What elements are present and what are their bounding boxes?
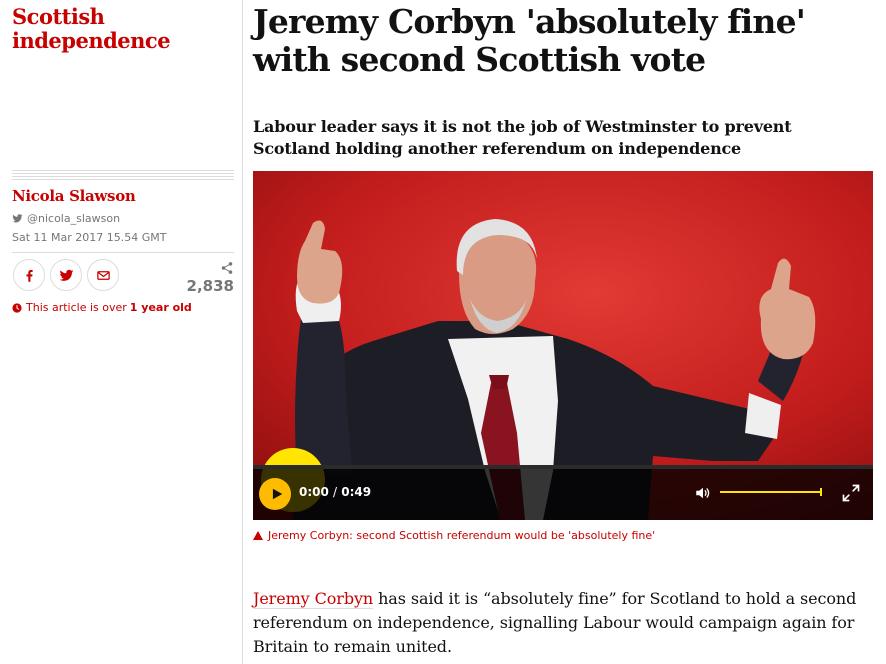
author-link[interactable]: Nicola Slawson [12, 187, 234, 205]
share-facebook-button[interactable] [13, 259, 45, 291]
twitter-handle-text: @nicola_slawson [27, 212, 121, 225]
volume-level [720, 491, 822, 493]
left-meta-column: Scottish independence Nicola Slawson @ni… [0, 0, 243, 664]
caption-triangle-icon [253, 531, 263, 540]
article-age-warning: This article is over 1 year old [12, 301, 234, 314]
meta-divider [12, 252, 234, 253]
video-player[interactable]: 0:00 / 0:49 [253, 171, 873, 520]
video-time: 0:00 / 0:49 [299, 485, 371, 499]
volume-icon[interactable] [694, 484, 712, 502]
byline-block: Nicola Slawson @nicola_slawson Sat 11 Ma… [12, 170, 234, 314]
article-body-paragraph: Jeremy Corbyn has said it is “absolutely… [253, 587, 863, 659]
share-count-icon [221, 262, 233, 274]
byline-rule [12, 170, 234, 181]
volume-handle[interactable] [820, 488, 822, 496]
share-email-button[interactable] [87, 259, 119, 291]
duration: 0:49 [341, 485, 372, 499]
twitter-icon [59, 269, 73, 281]
email-icon [96, 270, 110, 280]
jeremy-corbyn-link[interactable]: Jeremy Corbyn [253, 589, 373, 609]
twitter-handle-link[interactable]: @nicola_slawson [12, 212, 234, 225]
volume-slider[interactable] [720, 488, 822, 496]
video-controls-bar: 0:00 / 0:49 [253, 465, 873, 520]
play-button[interactable] [259, 478, 291, 510]
video-progress-bar[interactable] [253, 465, 873, 469]
share-row: 2,838 [12, 259, 234, 297]
age-warning-age: 1 year old [129, 301, 192, 314]
fullscreen-icon[interactable] [841, 483, 861, 503]
share-count: 2,838 [186, 277, 234, 295]
share-twitter-button[interactable] [50, 259, 82, 291]
publish-timestamp: Sat 11 Mar 2017 15.54 GMT [12, 231, 167, 244]
clock-icon [12, 302, 22, 313]
current-time: 0:00 [299, 485, 329, 499]
facebook-icon [26, 269, 33, 282]
play-icon [272, 488, 282, 500]
article-headline: Jeremy Corbyn 'absolutely fine' with sec… [253, 2, 806, 79]
video-caption: Jeremy Corbyn: second Scottish referendu… [253, 529, 655, 542]
caption-text: Jeremy Corbyn: second Scottish referendu… [268, 529, 656, 542]
twitter-bird-icon [12, 214, 23, 223]
article-standfirst: Labour leader says it is not the job of … [253, 117, 792, 158]
section-link[interactable]: Scottish independence [12, 5, 212, 53]
age-warning-prefix: This article is over [26, 301, 127, 314]
time-separator: / [333, 485, 338, 499]
